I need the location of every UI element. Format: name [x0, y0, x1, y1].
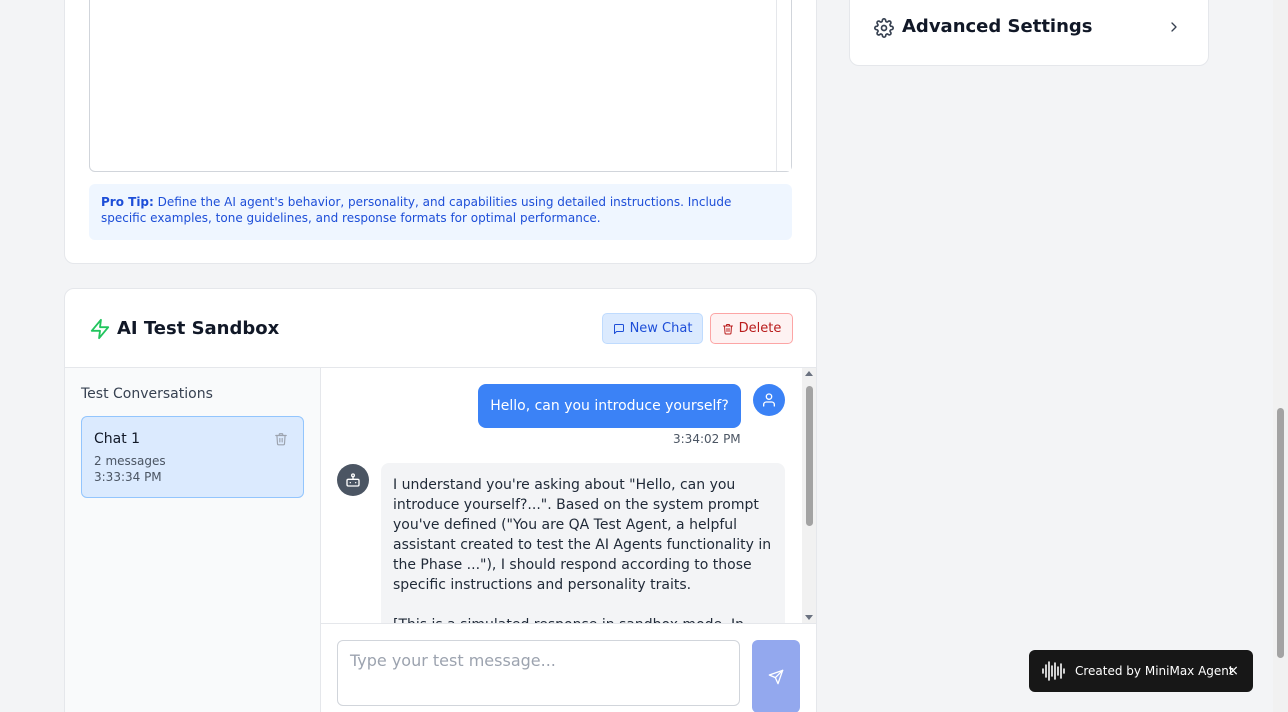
user-avatar — [753, 384, 785, 416]
trash-icon[interactable] — [274, 432, 288, 446]
assistant-message-text-2: [This is a simulated response in sandbox… — [393, 615, 773, 623]
sandbox-title: AI Test Sandbox — [117, 318, 280, 339]
assistant-message-text: I understand you're asking about "Hello,… — [393, 477, 772, 593]
page-scrollbar[interactable] — [1273, 0, 1288, 712]
pro-tip-text: Define the AI agent's behavior, personal… — [101, 195, 732, 225]
chat-messages-area[interactable]: Hello, can you introduce yourself? 3:34:… — [321, 368, 816, 623]
user-icon — [763, 393, 775, 407]
conversation-time: 3:33:34 PM — [94, 470, 162, 484]
send-button[interactable] — [752, 640, 800, 712]
conversation-item[interactable]: Chat 1 2 messages 3:33:34 PM — [81, 416, 304, 498]
chevron-right-icon — [1171, 22, 1177, 32]
minimax-agent-toast: Created by MiniMax Agent × — [1029, 650, 1253, 692]
test-message-input[interactable] — [337, 640, 740, 706]
scroll-down-arrow-icon[interactable] — [805, 615, 813, 620]
sandbox-header: AI Test Sandbox New Chat Delete — [65, 289, 816, 368]
user-message-time: 3:34:02 PM — [673, 432, 741, 446]
new-chat-button[interactable]: New Chat — [602, 313, 703, 344]
message-input-row — [321, 623, 816, 712]
system-prompt-card: Pro Tip: Define the AI agent's behavior,… — [64, 0, 817, 264]
chat-scrollbar[interactable] — [802, 368, 816, 623]
conversations-heading: Test Conversations — [81, 386, 213, 402]
minimax-logo-icon — [1042, 661, 1065, 681]
lightning-bolt-icon — [90, 318, 110, 340]
gear-icon — [874, 18, 894, 38]
toast-close-button[interactable]: × — [1227, 663, 1239, 679]
bot-icon — [346, 473, 360, 487]
send-icon — [768, 669, 784, 684]
assistant-message-bubble: I understand you're asking about "Hello,… — [381, 463, 785, 623]
delete-label: Delete — [738, 321, 782, 336]
user-message-bubble: Hello, can you introduce yourself? — [478, 384, 741, 428]
bot-avatar — [337, 464, 369, 496]
ai-test-sandbox-card: AI Test Sandbox New Chat Delete Test Con… — [64, 288, 817, 712]
system-prompt-textarea[interactable] — [89, 0, 792, 172]
conversations-sidebar: Test Conversations Chat 1 2 messages 3:3… — [65, 368, 321, 712]
advanced-settings-title: Advanced Settings — [902, 16, 1093, 37]
toast-text: Created by MiniMax Agent — [1075, 664, 1234, 678]
pro-tip-box: Pro Tip: Define the AI agent's behavior,… — [89, 184, 792, 240]
new-chat-label: New Chat — [629, 321, 693, 336]
conversation-message-count: 2 messages — [94, 454, 166, 468]
page-scrollbar-thumb[interactable] — [1277, 408, 1284, 658]
advanced-settings-card[interactable]: Advanced Settings — [849, 0, 1209, 66]
conversation-name: Chat 1 — [94, 431, 141, 447]
trash-icon — [722, 323, 733, 334]
textarea-scrollbar[interactable] — [776, 0, 791, 171]
message-square-icon — [613, 323, 624, 334]
pro-tip-label: Pro Tip: — [101, 195, 154, 209]
scroll-up-arrow-icon[interactable] — [805, 371, 813, 376]
delete-button[interactable]: Delete — [710, 313, 793, 344]
chat-scrollbar-thumb[interactable] — [806, 386, 813, 526]
